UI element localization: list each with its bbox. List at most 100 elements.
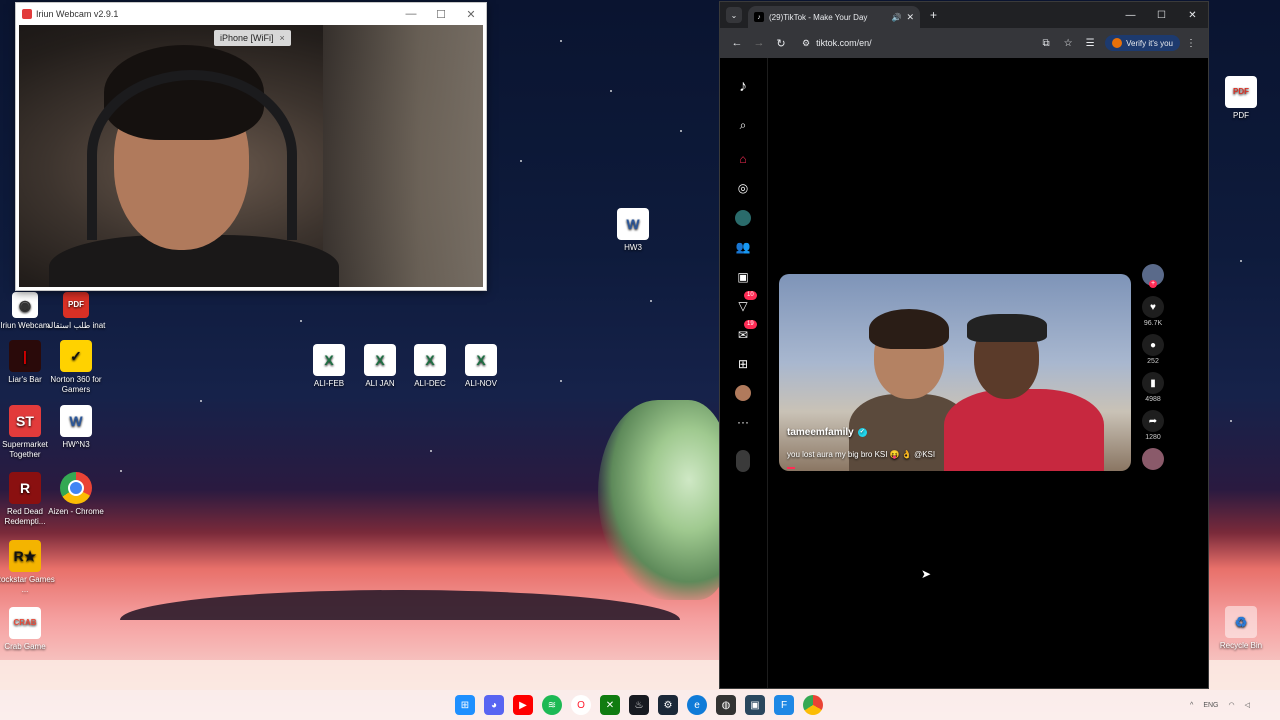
video-username[interactable]: tameemfamily ✓	[787, 427, 867, 438]
site-info-icon[interactable]: ⚙	[802, 38, 810, 49]
bookmark-icon[interactable]: ▮	[1142, 372, 1164, 394]
friends-icon[interactable]: 👥	[734, 238, 752, 256]
desktop-icon-label: ALI-DEC	[414, 379, 446, 388]
youtube-icon[interactable]: ▶	[513, 695, 533, 715]
word-doc-icon: W	[60, 405, 92, 437]
account-switch-icon[interactable]	[734, 450, 752, 472]
steam-icon[interactable]: ▣	[745, 695, 765, 715]
forward-button[interactable]: →	[748, 37, 770, 49]
creator-avatar[interactable]: +	[1142, 264, 1164, 288]
comment-action[interactable]: ● 252	[1140, 334, 1166, 365]
discord-icon[interactable]: ◕	[484, 695, 504, 715]
verify-button[interactable]: Verify it's you	[1105, 35, 1180, 51]
search-icon[interactable]: ⌕	[734, 116, 752, 134]
address-bar[interactable]: ⚙ tiktok.com/en/	[796, 33, 1035, 53]
desktop-icon-label: Crab Game	[4, 642, 46, 651]
chrome-icon[interactable]	[803, 695, 823, 715]
minimize-button[interactable]: —	[1115, 10, 1146, 21]
opera-icon[interactable]: O	[571, 695, 591, 715]
speaker-icon[interactable]: 🔊	[891, 13, 901, 22]
save-action[interactable]: ▮ 4988	[1140, 372, 1166, 403]
messages-icon[interactable]: ✉ 19	[734, 320, 757, 344]
activity-icon[interactable]: ▽ 10	[734, 291, 757, 315]
url-text: tiktok.com/en/	[816, 38, 872, 48]
explore-icon[interactable]: ◎	[734, 179, 752, 197]
close-button[interactable]: ✕	[1177, 10, 1208, 21]
language-indicator[interactable]: ENG	[1203, 702, 1218, 709]
taskbar: ⊞ ◕ ▶ ≋ O ✕ ♨ ⚙ e ◍ ▣ F ^ ENG ◠ ◁	[0, 690, 1280, 720]
webcam-window[interactable]: Iriun Webcam v2.9.1 — ☐ ✕ iPhone [WiFi] ×	[15, 2, 487, 291]
back-button[interactable]: ←	[726, 37, 748, 49]
follow-plus-icon[interactable]: +	[1149, 280, 1157, 288]
tray-chevron-icon[interactable]: ^	[1190, 702, 1193, 709]
webcam-window-title: Iriun Webcam v2.9.1	[36, 9, 119, 19]
tab-strip: ⌄ ♪ (29)TikTok - Make Your Day 🔊 ✕ + — ☐…	[720, 2, 1208, 28]
sound-disc-icon[interactable]	[1142, 448, 1164, 470]
close-icon[interactable]: ×	[280, 33, 285, 43]
spotify-icon[interactable]: ≋	[542, 695, 562, 715]
share-count: 1280	[1145, 434, 1161, 441]
comment-icon[interactable]: ●	[1142, 334, 1164, 356]
maximize-button[interactable]: ☐	[1146, 10, 1177, 21]
minimize-button[interactable]: —	[396, 8, 426, 21]
steam-icon[interactable]: ⚙	[658, 695, 678, 715]
close-tab-icon[interactable]: ✕	[906, 12, 914, 23]
file-explorer-icon[interactable]: F	[774, 695, 794, 715]
reload-button[interactable]: ↻	[770, 37, 792, 50]
edge-icon[interactable]: e	[687, 695, 707, 715]
desktop-icon-crab-game[interactable]: CRAB Crab Game	[0, 607, 57, 652]
volume-icon[interactable]: ◁	[1245, 701, 1250, 709]
desktop-icon-ali-nov[interactable]: X ALI-NOV	[449, 344, 513, 389]
desktop-icon-label: ALI-FEB	[313, 379, 345, 388]
profile-avatar-icon[interactable]	[734, 384, 752, 402]
upload-icon[interactable]: ⊞	[734, 355, 752, 373]
wifi-icon[interactable]: ◠	[1229, 701, 1235, 709]
epic-icon[interactable]: ◍	[716, 695, 736, 715]
video-player[interactable]: tameemfamily ✓ you lost aura my big bro K…	[779, 274, 1131, 471]
desktop-icon-recycle-bin[interactable]: ♻ Recycle Bin	[1209, 606, 1273, 651]
username-text: tameemfamily	[787, 427, 854, 438]
excel-icon: X	[313, 344, 345, 376]
share-action[interactable]: ➦ 1280	[1140, 410, 1166, 441]
following-avatar-icon[interactable]	[734, 209, 752, 227]
desktop-icon-pdf[interactable]: PDF PDF	[1209, 76, 1273, 121]
media-controls-icon[interactable]: ☰	[1079, 38, 1101, 49]
steam-icon[interactable]: ♨	[629, 695, 649, 715]
new-tab-button[interactable]: +	[930, 8, 937, 22]
webcam-titlebar[interactable]: Iriun Webcam v2.9.1 — ☐ ✕	[16, 3, 486, 25]
desktop-icon-label: ALI JAN	[365, 379, 395, 388]
close-button[interactable]: ✕	[456, 8, 486, 21]
desktop-icon-aizen-chrome[interactable]: Aizen - Chrome	[44, 472, 108, 517]
maximize-button[interactable]: ☐	[426, 8, 456, 21]
desktop-icon-rockstar[interactable]: R★ Rockstar Games ...	[0, 540, 57, 595]
windows-start-icon[interactable]: ⊞	[455, 695, 475, 715]
home-icon[interactable]: ⌂	[734, 150, 752, 168]
desktop-icon-label: Rockstar Games ...	[0, 575, 55, 594]
desktop-icon-label: Red Dead Redempti...	[4, 507, 46, 526]
menu-dots-icon[interactable]: ⋮	[1180, 38, 1202, 49]
desktop-icon-hw3[interactable]: W HW3	[601, 208, 665, 253]
tiktok-logo-icon[interactable]: ♪	[734, 78, 752, 96]
browser-window[interactable]: ⌄ ♪ (29)TikTok - Make Your Day 🔊 ✕ + — ☐…	[719, 1, 1209, 689]
tab-search-button[interactable]: ⌄	[726, 7, 742, 23]
device-badge[interactable]: iPhone [WiFi] ×	[214, 30, 291, 46]
desktop-icon-resignation-pdf[interactable]: PDF طلب استقالة inat	[44, 292, 108, 331]
like-action[interactable]: ♥ 96.7K	[1140, 296, 1166, 327]
xbox-icon[interactable]: ✕	[600, 695, 620, 715]
profile-avatar-icon	[1112, 38, 1123, 48]
chrome-icon	[60, 472, 92, 504]
desktop-icon-label: Norton 360 for Gamers	[50, 375, 102, 394]
install-app-icon[interactable]: ⧉	[1035, 38, 1057, 49]
system-tray: ^ ENG ◠ ◁	[1180, 701, 1250, 710]
share-icon[interactable]: ➦	[1142, 410, 1164, 432]
more-icon[interactable]: ···	[734, 413, 752, 431]
webcam-feed: iPhone [WiFi] ×	[19, 25, 483, 287]
desktop-icon-hwn3[interactable]: W HW^N3	[44, 405, 108, 450]
tab-tiktok[interactable]: ♪ (29)TikTok - Make Your Day 🔊 ✕	[748, 6, 920, 28]
verified-icon: ✓	[857, 427, 867, 437]
live-icon[interactable]: ▣	[734, 268, 752, 286]
desktop-icon-norton[interactable]: ✓ Norton 360 for Gamers	[44, 340, 108, 395]
heart-icon[interactable]: ♥	[1142, 296, 1164, 318]
bookmark-star-icon[interactable]: ☆	[1057, 38, 1079, 49]
video-progress-bar[interactable]	[787, 467, 795, 469]
